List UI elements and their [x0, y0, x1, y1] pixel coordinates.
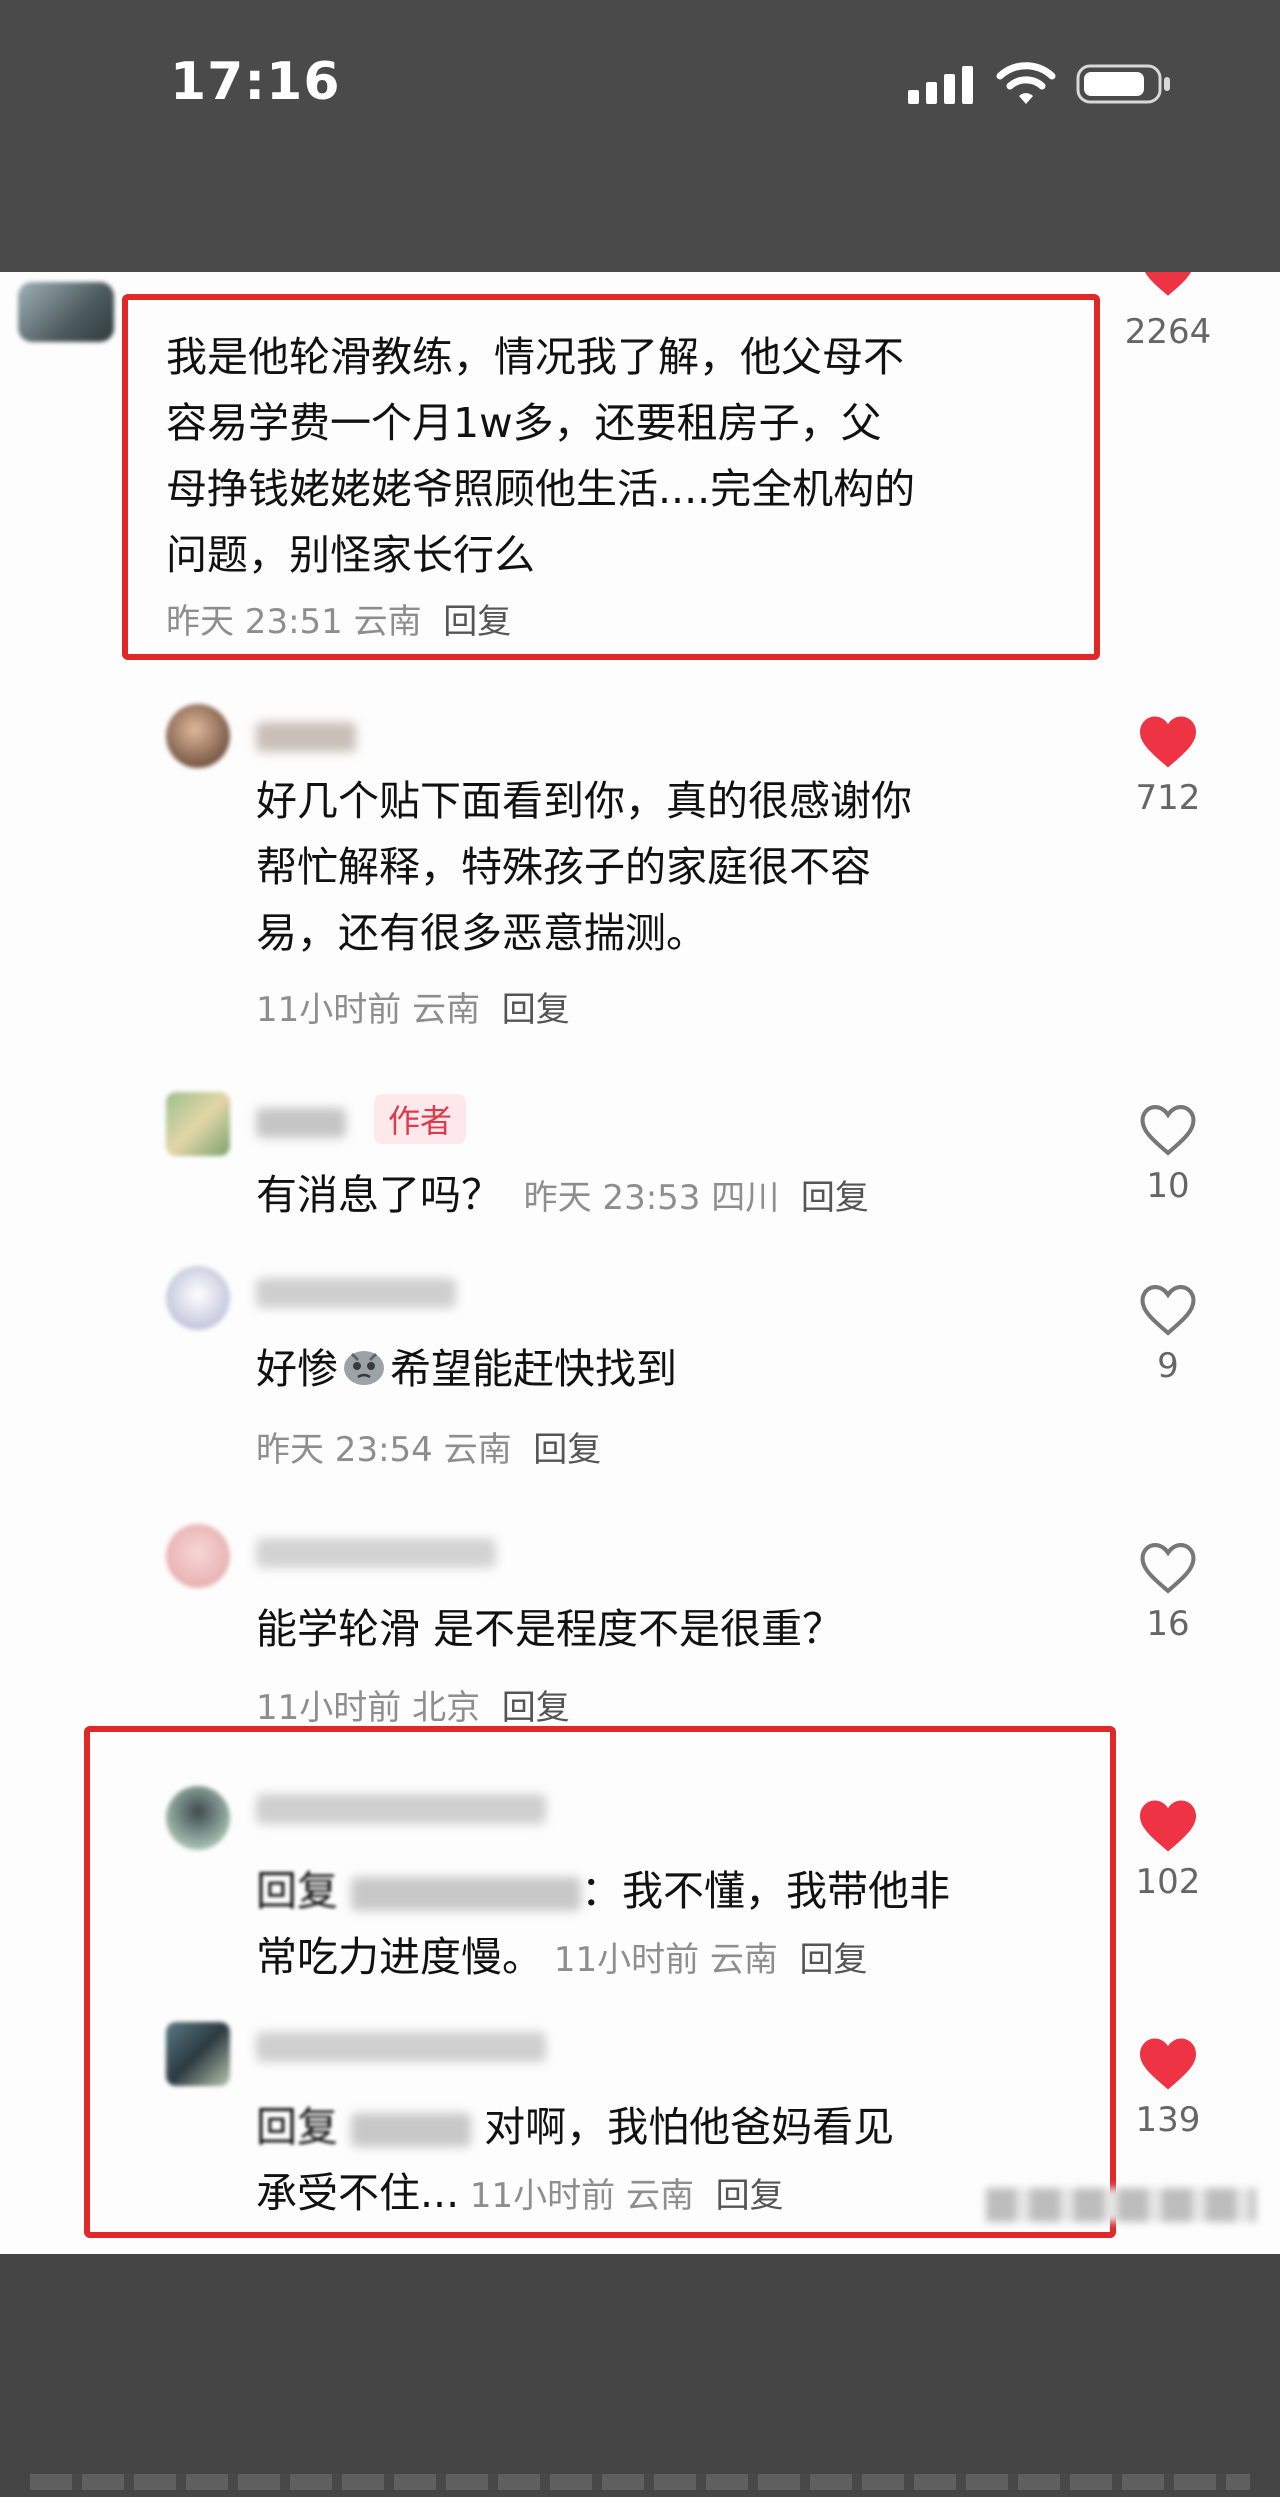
comment-text: 能学轮滑 是不是程度不是很重？: [256, 1605, 844, 1653]
reply-button[interactable]: 回复: [800, 1940, 868, 1980]
username-blurred[interactable]: [256, 1794, 546, 1824]
like-button[interactable]: 712: [1108, 714, 1228, 818]
author-badge: 作者: [374, 1094, 467, 1144]
bottom-strip: [30, 2474, 1250, 2490]
reply-button[interactable]: 回复: [502, 990, 570, 1030]
status-time: 17:16: [170, 52, 341, 112]
like-count: 102: [1135, 1862, 1201, 1902]
heart-filled-icon: [1145, 272, 1191, 296]
comment-text: 有消息了吗？ 昨天 23:53 四川 回复: [256, 1171, 869, 1219]
like-button[interactable]: 102: [1108, 1798, 1228, 1902]
avatar[interactable]: [166, 1524, 230, 1588]
avatar[interactable]: [166, 1786, 230, 1850]
username-blurred[interactable]: [256, 1108, 346, 1138]
like-count: 16: [1146, 1604, 1190, 1644]
like-count: 9: [1157, 1346, 1179, 1386]
battery-icon: [1076, 62, 1172, 110]
reply-button[interactable]: 回复: [443, 602, 511, 642]
avatar[interactable]: [18, 282, 114, 342]
heart-outline-icon: [1140, 1105, 1196, 1156]
reply-button[interactable]: 回复: [533, 1430, 601, 1470]
username-blurred[interactable]: [256, 1538, 496, 1568]
avatar[interactable]: [166, 704, 230, 768]
mention-blurred[interactable]: [351, 1877, 582, 1911]
avatar[interactable]: [166, 1092, 230, 1156]
comment-meta: 11小时前 北京 回复: [256, 1688, 570, 1728]
like-count: 10: [1146, 1166, 1190, 1206]
cellular-signal-icon: [908, 64, 976, 108]
heart-outline-icon: [1140, 1285, 1196, 1336]
like-count: 2264: [1124, 312, 1212, 352]
reply-button[interactable]: 回复: [801, 1178, 869, 1218]
comment-text: 好惨 希望能赶快找到: [256, 1336, 677, 1405]
heart-filled-icon: [1140, 2038, 1196, 2090]
status-bar: 17:16: [0, 0, 1280, 272]
heart-outline-icon: [1140, 1543, 1196, 1594]
avatar[interactable]: [166, 1266, 230, 1330]
like-count: 712: [1135, 778, 1201, 818]
like-button[interactable]: 2264: [1108, 272, 1228, 352]
comment-meta: 11小时前 云南 回复: [256, 990, 570, 1030]
like-button[interactable]: 16: [1108, 1540, 1228, 1644]
avatar[interactable]: [166, 2022, 230, 2086]
heart-filled-icon: [1140, 716, 1196, 768]
reply-button[interactable]: 回复: [502, 1688, 570, 1728]
comment-text: 回复 ：我不懂，我带他非 常吃力进度慢。 11小时前 云南 回复: [256, 1867, 951, 1981]
like-button[interactable]: 10: [1108, 1102, 1228, 1206]
like-button[interactable]: 139: [1108, 2036, 1228, 2140]
comment-meta: 昨天 23:51 云南 回复: [166, 602, 512, 642]
heart-filled-icon: [1140, 1800, 1196, 1852]
comment-screenshot: 2264 我是他轮滑教练，情况我了解，他父母不 容易学费一个月1w多，还要租房子…: [0, 272, 1280, 2254]
like-button[interactable]: 9: [1108, 1282, 1228, 1386]
comment-text: 我是他轮滑教练，情况我了解，他父母不 容易学费一个月1w多，还要租房子，父 母挣…: [166, 333, 916, 579]
mention-blurred[interactable]: [351, 2113, 472, 2147]
like-count: 139: [1135, 2100, 1201, 2140]
reply-button[interactable]: 回复: [716, 2176, 784, 2216]
username-blurred[interactable]: [256, 2032, 546, 2062]
username-blurred[interactable]: [256, 722, 356, 752]
sad-emoji-icon: [342, 1339, 386, 1405]
comment-text: 好几个贴下面看到你，真的很感谢你 帮忙解释，特殊孩子的家庭很不容 易，还有很多恶…: [256, 777, 912, 957]
comment-meta: 昨天 23:54 云南 回复: [256, 1430, 602, 1470]
watermark-blurred: [986, 2188, 1256, 2222]
comment-text: 回复 对啊，我怕他爸妈看见 承受不住... 11小时前 云南 回复: [256, 2103, 895, 2217]
bottom-background: [0, 2254, 1280, 2497]
wifi-icon: [996, 60, 1056, 110]
username-blurred[interactable]: [256, 1278, 456, 1308]
